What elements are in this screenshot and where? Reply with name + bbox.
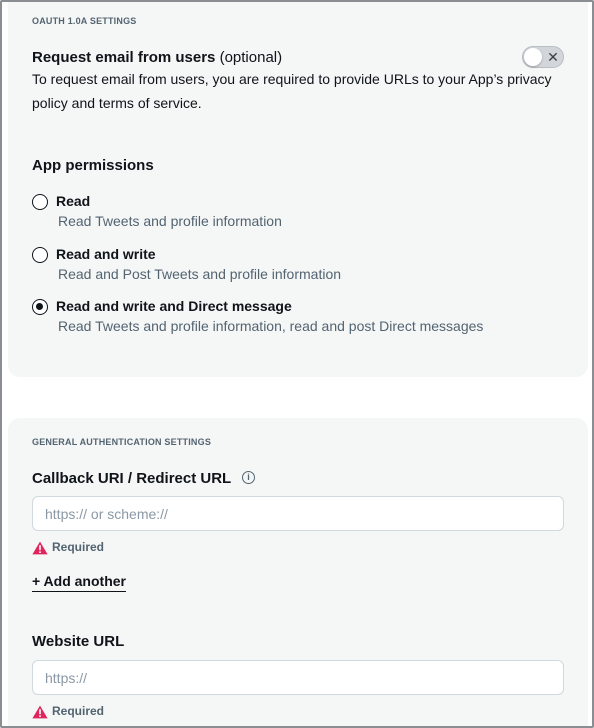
permission-description: Read and Post Tweets and profile informa…	[58, 266, 342, 282]
permission-option-read-write[interactable]: Read and write Read and Post Tweets and …	[32, 246, 572, 286]
callback-url-label: Callback URI / Redirect URL	[32, 470, 232, 487]
info-icon[interactable]: i	[242, 471, 255, 484]
permission-option-read[interactable]: Read Read Tweets and profile information	[32, 193, 572, 233]
add-another-link[interactable]: + Add another	[32, 573, 126, 592]
request-email-description: To request email from users, you are req…	[32, 71, 552, 111]
close-icon: ✕	[547, 49, 559, 65]
permission-description: Read Tweets and profile information, rea…	[58, 318, 484, 334]
toggle-knob	[524, 48, 542, 66]
permission-option-read-write-dm[interactable]: Read and write and Direct message Read T…	[32, 298, 572, 338]
permission-description: Read Tweets and profile information	[58, 213, 282, 229]
request-email-heading: Request email from users (optional)	[32, 49, 282, 66]
permission-label: Read	[56, 193, 91, 209]
general-auth-section-label: GENERAL AUTHENTICATION SETTINGS	[32, 437, 212, 447]
oauth-section-label: OAUTH 1.0A SETTINGS	[32, 16, 137, 26]
website-url-input[interactable]	[32, 660, 564, 695]
radio-button-selected[interactable]	[32, 299, 48, 315]
radio-button[interactable]	[32, 194, 48, 210]
permission-label: Read and write	[56, 246, 156, 262]
request-email-title: Request email from users	[32, 49, 216, 66]
required-text: Required	[52, 704, 105, 718]
warning-icon	[32, 705, 48, 719]
warning-icon	[32, 541, 48, 555]
callback-url-input[interactable]	[32, 496, 564, 531]
settings-frame: OAUTH 1.0A SETTINGS Request email from u…	[0, 0, 594, 728]
permission-label: Read and write and Direct message	[56, 298, 292, 314]
required-text: Required	[52, 540, 105, 554]
request-email-toggle[interactable]: ✕	[522, 46, 564, 68]
website-url-label: Website URL	[32, 633, 125, 650]
request-email-optional: (optional)	[215, 49, 283, 66]
radio-button[interactable]	[32, 247, 48, 263]
app-permissions-heading: App permissions	[32, 157, 154, 174]
